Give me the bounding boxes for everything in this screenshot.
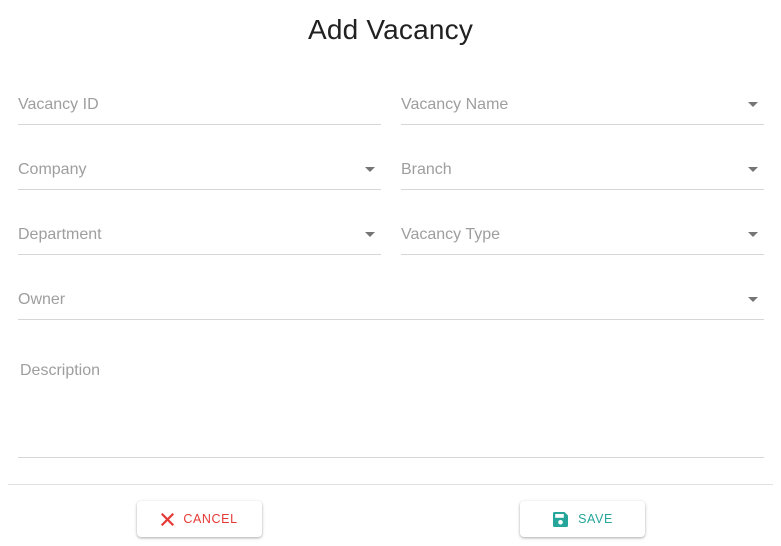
add-vacancy-dialog: Add Vacancy Vacancy ID Vacancy Name Comp… (0, 0, 781, 546)
save-label: SAVE (578, 512, 613, 526)
department-label: Department (18, 226, 102, 243)
description-textarea[interactable]: Description (18, 359, 764, 458)
vacancy-name-label: Vacancy Name (401, 96, 509, 113)
description-label: Description (20, 362, 101, 379)
chevron-down-icon[interactable] (748, 167, 758, 172)
branch-select[interactable]: Branch (401, 160, 764, 190)
actions-divider (8, 484, 773, 485)
branch-label: Branch (401, 161, 452, 178)
company-select[interactable]: Company (18, 160, 381, 190)
vacancy-id-label: Vacancy ID (18, 96, 99, 113)
save-button[interactable]: SAVE (520, 501, 645, 537)
chevron-down-icon[interactable] (748, 232, 758, 237)
company-label: Company (18, 161, 87, 178)
department-select[interactable]: Department (18, 225, 381, 255)
chevron-down-icon[interactable] (365, 232, 375, 237)
floppy-disk-icon (552, 511, 569, 528)
dialog-title: Add Vacancy (307, 14, 474, 45)
vacancy-id-field[interactable]: Vacancy ID (18, 95, 381, 125)
close-icon (161, 512, 175, 526)
vacancy-type-select[interactable]: Vacancy Type (401, 225, 764, 255)
chevron-down-icon[interactable] (748, 297, 758, 302)
owner-label: Owner (18, 291, 66, 308)
chevron-down-icon[interactable] (748, 102, 758, 107)
cancel-label: CANCEL (183, 512, 238, 526)
vacancy-name-select[interactable]: Vacancy Name (401, 95, 764, 125)
owner-select[interactable]: Owner (18, 290, 764, 320)
cancel-button[interactable]: CANCEL (137, 501, 262, 537)
vacancy-type-label: Vacancy Type (401, 226, 501, 243)
chevron-down-icon[interactable] (365, 167, 375, 172)
